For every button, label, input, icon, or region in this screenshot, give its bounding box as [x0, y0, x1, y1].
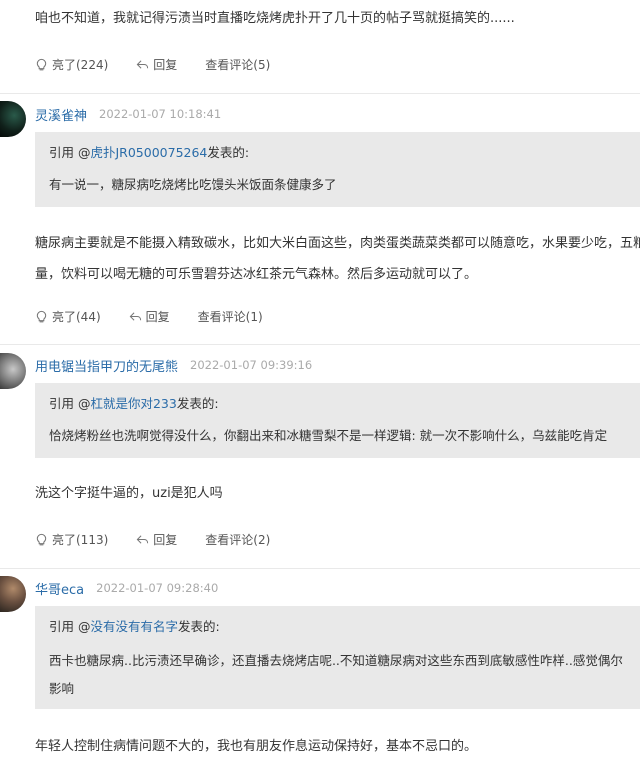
quote-header: 引用 @没有没有有名字发表的: — [49, 616, 220, 635]
comment-body: 咱也不知道，我就记得污渍当时直播吃烧烤虎扑开了几十页的帖子骂就挺搞笑的.....… — [35, 11, 515, 26]
user-row: 灵溪雀神 2022-01-07 10:18:41 — [35, 104, 221, 124]
divider — [0, 568, 640, 569]
quoted-user-link[interactable]: 没有没有有名字 — [90, 619, 178, 634]
quote-suffix: 发表的: — [178, 619, 220, 634]
like-button[interactable]: 亮了(44) — [35, 308, 101, 325]
reply-icon — [129, 311, 141, 321]
quote-prefix: 引用 @ — [49, 145, 91, 160]
quote-header: 引用 @杠就是你对233发表的: — [49, 393, 219, 412]
username[interactable]: 华哥eca — [35, 579, 84, 598]
avatar[interactable] — [0, 576, 26, 612]
comment-body: 糖尿病主要就是不能摄入精致碳水，比如大米白面这些，肉类蛋类蔬菜类都可以随意吃，水… — [35, 236, 640, 282]
view-comments-label: 查看评论(2) — [205, 532, 271, 547]
quote-suffix: 发表的: — [176, 396, 219, 411]
view-comments-button[interactable]: 查看评论(5) — [205, 56, 270, 73]
like-icon — [36, 58, 47, 70]
comment-body: 洗这个字挺牛逼的，uzi是犯人吗 — [35, 486, 223, 501]
view-comments-label: 查看评论(5) — [205, 57, 271, 72]
avatar[interactable] — [0, 101, 26, 137]
quote-text: 有一说一，糖尿病吃烧烤比吃馒头米饭面条健康多了 — [49, 177, 337, 192]
reply-icon — [136, 534, 149, 544]
username[interactable]: 灵溪雀神 — [35, 105, 87, 124]
quote-text: 恰烧烤粉丝也洗啊觉得没什么，你翻出来和冰糖雪梨不是一样逻辑: 就一次不影响什么，… — [49, 428, 608, 443]
comment-actions: 亮了(44) 回复 查看评论(1) — [35, 306, 291, 326]
user-row: 用电锯当指甲刀的无尾熊 2022-01-07 09:39:16 — [35, 355, 312, 375]
quote-prefix: 引用 @ — [49, 396, 91, 411]
like-button[interactable]: 亮了(113) — [35, 531, 108, 548]
quoted-user-link[interactable]: 杠就是你对233 — [90, 396, 176, 411]
quote-text: 西卡也糖尿病..比污渍还早确诊，还直播去烧烤店呢..不知道糖尿病对这些东西到底敏… — [49, 653, 623, 668]
reply-button[interactable]: 回复 — [129, 308, 170, 325]
reply-label: 回复 — [153, 57, 178, 72]
username[interactable]: 用电锯当指甲刀的无尾熊 — [35, 356, 178, 375]
like-count: 亮了(224) — [52, 57, 109, 72]
divider — [0, 344, 640, 345]
like-count: 亮了(44) — [52, 309, 101, 324]
reply-label: 回复 — [145, 309, 170, 324]
view-comments-label: 查看评论(1) — [197, 309, 263, 324]
like-icon — [36, 533, 47, 545]
quote-block: 引用 @杠就是你对233发表的: 恰烧烤粉丝也洗啊觉得没什么，你翻出来和冰糖雪梨… — [35, 383, 640, 458]
quote-block: 引用 @没有没有有名字发表的: 西卡也糖尿病..比污渍还早确诊，还直播去烧烤店呢… — [35, 606, 640, 709]
view-comments-button[interactable]: 查看评论(2) — [205, 531, 270, 548]
timestamp: 2022-01-07 10:18:41 — [99, 107, 222, 121]
divider — [0, 93, 640, 94]
comment-actions: 亮了(224) 回复 查看评论(5) — [35, 54, 298, 74]
user-row: 华哥eca 2022-01-07 09:28:40 — [35, 578, 218, 598]
quote-block: 引用 @虎扑JR0500075264发表的: 有一说一，糖尿病吃烧烤比吃馒头米饭… — [35, 132, 640, 207]
reply-icon — [136, 59, 149, 69]
quote-text-continued: 影响 — [49, 681, 75, 696]
quote-header: 引用 @虎扑JR0500075264发表的: — [49, 142, 249, 161]
reply-label: 回复 — [153, 532, 178, 547]
quote-prefix: 引用 @ — [49, 619, 91, 634]
comment-body: 年轻人控制住病情问题不大的，我也有朋友作息运动保持好，基本不忌口的。 — [35, 739, 478, 754]
like-button[interactable]: 亮了(224) — [35, 56, 108, 73]
timestamp: 2022-01-07 09:39:16 — [190, 358, 313, 372]
quoted-user-link[interactable]: 虎扑JR0500075264 — [90, 145, 207, 160]
quote-suffix: 发表的: — [207, 145, 250, 160]
timestamp: 2022-01-07 09:28:40 — [96, 581, 219, 595]
comment-actions: 亮了(113) 回复 查看评论(2) — [35, 529, 298, 549]
view-comments-button[interactable]: 查看评论(1) — [198, 308, 263, 325]
reply-button[interactable]: 回复 — [136, 56, 177, 73]
reply-button[interactable]: 回复 — [136, 531, 177, 548]
like-count: 亮了(113) — [52, 532, 109, 547]
like-icon — [36, 310, 47, 322]
avatar[interactable] — [0, 353, 26, 389]
